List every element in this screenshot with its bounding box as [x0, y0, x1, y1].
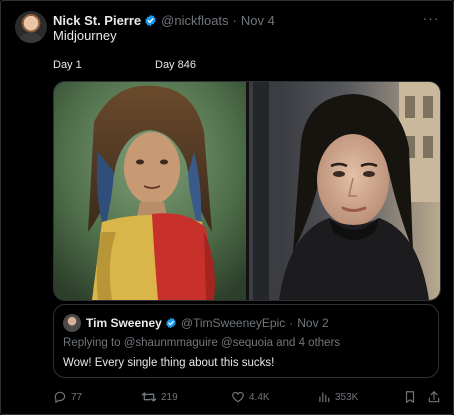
more-icon[interactable]: ···: [421, 9, 441, 27]
author-handle[interactable]: @nickfloats: [161, 13, 228, 28]
quoted-header-separator: ·: [289, 316, 294, 330]
action-bar: 77 219 4.4K 353K: [53, 388, 441, 406]
header-separator: ·: [232, 12, 237, 28]
retweet-count: 219: [161, 391, 178, 403]
retweet-icon: [141, 390, 157, 404]
verified-badge-icon: [165, 317, 177, 329]
share-icon: [427, 390, 441, 404]
author-avatar[interactable]: [15, 11, 47, 43]
image-label-day-846: Day 846: [155, 59, 196, 71]
reply-icon: [53, 390, 67, 404]
tweet-card[interactable]: Nick St. Pierre @nickfloats · Nov 4 ··· …: [0, 0, 454, 415]
bookmark-button[interactable]: [403, 388, 417, 406]
quoted-tweet[interactable]: Tim Sweeney @TimSweeneyEpic · Nov 2 Repl…: [53, 304, 439, 378]
retweet-button[interactable]: 219: [141, 388, 178, 406]
author-name[interactable]: Nick St. Pierre: [53, 13, 141, 28]
media-image-left[interactable]: [54, 82, 246, 300]
quoted-author-handle[interactable]: @TimSweeneyEpic: [181, 316, 285, 330]
like-button[interactable]: 4.4K: [231, 388, 270, 406]
verified-badge-icon: [144, 14, 157, 27]
media-image-right[interactable]: [249, 82, 440, 300]
like-icon: [231, 390, 245, 404]
quoted-author-name[interactable]: Tim Sweeney: [86, 316, 162, 330]
quoted-header: Tim Sweeney @TimSweeneyEpic · Nov 2: [86, 315, 428, 331]
tweet-text: Midjourney: [53, 28, 117, 43]
views-button[interactable]: 353K: [317, 388, 358, 406]
quoted-text: Wow! Every single thing about this sucks…: [63, 357, 275, 369]
reply-button[interactable]: 77: [53, 388, 82, 406]
like-count: 4.4K: [249, 391, 270, 403]
share-button[interactable]: [427, 388, 441, 406]
reply-count: 77: [71, 391, 83, 403]
quoted-date[interactable]: Nov 2: [297, 316, 328, 330]
quoted-replying-to[interactable]: Replying to @shaunmmaguire @sequoia and …: [63, 337, 340, 349]
tweet-date[interactable]: Nov 4: [241, 13, 275, 28]
views-icon: [317, 390, 331, 404]
tweet-header: Nick St. Pierre @nickfloats · Nov 4: [53, 11, 437, 29]
tweet-media[interactable]: [53, 81, 441, 301]
bookmark-icon: [403, 390, 417, 404]
quoted-author-avatar[interactable]: [63, 314, 81, 332]
image-label-day-1: Day 1: [53, 59, 82, 71]
views-count: 353K: [335, 391, 359, 403]
